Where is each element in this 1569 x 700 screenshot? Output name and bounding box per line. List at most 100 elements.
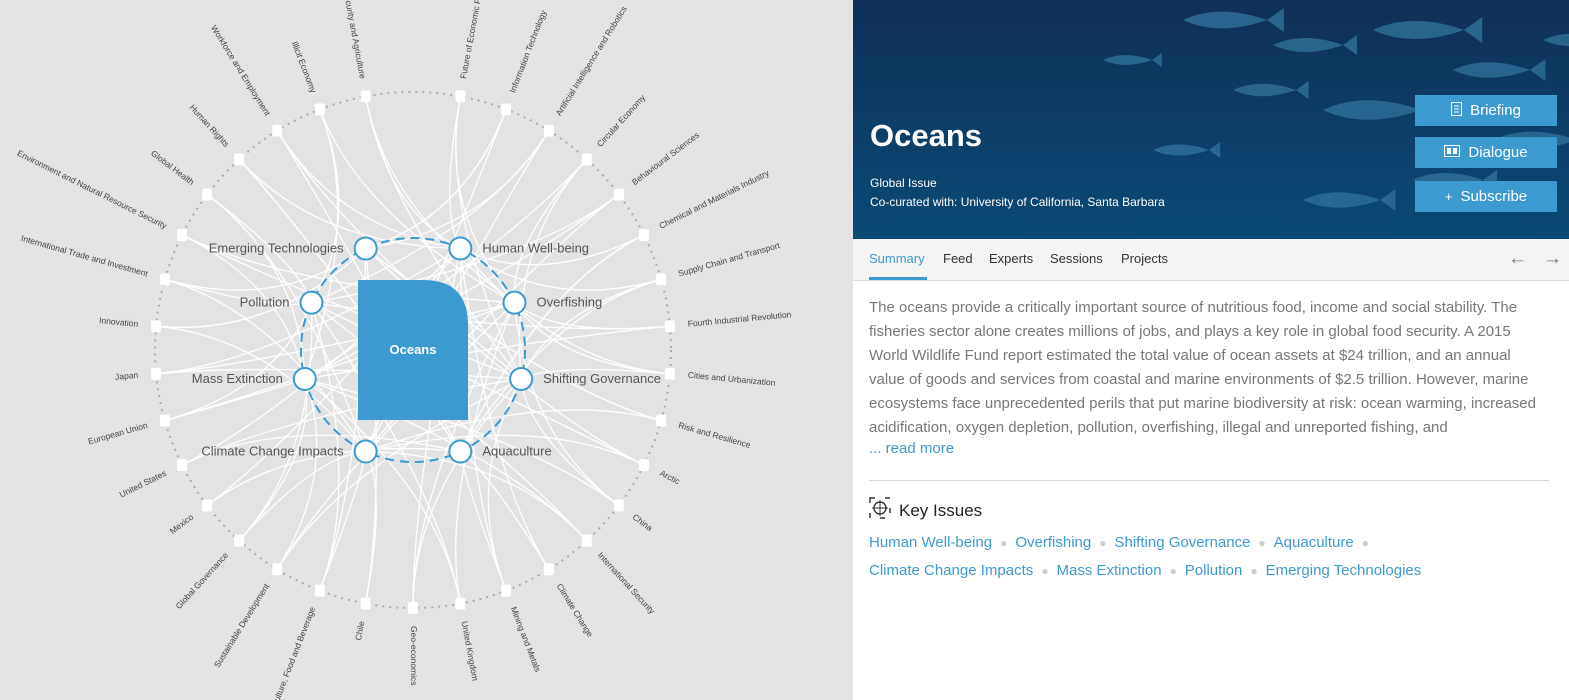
- key-issue-label[interactable]: Shifting Governance: [543, 371, 661, 386]
- topic-label[interactable]: Chile: [353, 620, 366, 641]
- key-issue-node[interactable]: [509, 366, 534, 391]
- key-issue-node[interactable]: [353, 439, 378, 464]
- topic-node[interactable]: [581, 153, 592, 166]
- topic-node[interactable]: [664, 367, 675, 380]
- topic-node[interactable]: [314, 103, 325, 116]
- briefing-button[interactable]: Briefing: [1415, 95, 1557, 126]
- topic-node[interactable]: [234, 534, 245, 547]
- tab-sessions[interactable]: Sessions: [1050, 251, 1103, 266]
- topic-node[interactable]: [408, 602, 418, 614]
- topic-node[interactable]: [664, 320, 675, 333]
- tab-summary[interactable]: Summary: [869, 251, 925, 266]
- key-issue-label[interactable]: Human Well-being: [482, 240, 589, 255]
- topic-node[interactable]: [151, 367, 162, 380]
- topic-label[interactable]: Fourth Industrial Revolution: [687, 309, 792, 329]
- key-issue-link[interactable]: Mass Extinction: [1057, 562, 1162, 579]
- topic-label[interactable]: Information Technology: [507, 8, 548, 94]
- key-issue-label[interactable]: Pollution: [240, 295, 290, 310]
- key-issue-link[interactable]: Emerging Technologies: [1266, 562, 1422, 579]
- topic-node[interactable]: [272, 563, 283, 576]
- topic-node[interactable]: [455, 90, 466, 103]
- key-issue-link[interactable]: Human Well-being: [869, 534, 992, 551]
- topic-label[interactable]: Risk and Resilience: [677, 420, 752, 450]
- key-issue-link[interactable]: Shifting Governance: [1115, 534, 1251, 551]
- topic-node[interactable]: [613, 188, 624, 201]
- topic-label[interactable]: Sustainable Development: [212, 581, 272, 669]
- topic-label[interactable]: Geo-economics: [409, 626, 419, 686]
- topic-label[interactable]: China: [631, 512, 655, 534]
- topic-label[interactable]: International Trade and Investment: [20, 233, 150, 279]
- key-issue-link[interactable]: Pollution: [1185, 562, 1243, 579]
- topic-label[interactable]: Environment and Natural Resource Securit…: [16, 148, 170, 231]
- tab-experts[interactable]: Experts: [989, 251, 1033, 266]
- topic-node[interactable]: [638, 228, 649, 241]
- topic-label[interactable]: International Security: [596, 550, 658, 616]
- key-issue-node[interactable]: [299, 290, 324, 315]
- key-issue-node[interactable]: [353, 236, 378, 261]
- key-issue-node[interactable]: [502, 290, 527, 315]
- topic-node[interactable]: [314, 584, 325, 597]
- topic-label[interactable]: Workforce and Employment: [209, 23, 273, 118]
- topic-label[interactable]: Global Governance: [173, 550, 230, 611]
- topic-node[interactable]: [360, 90, 371, 103]
- topic-label[interactable]: Mexico: [168, 512, 196, 536]
- key-issue-label[interactable]: Overfishing: [537, 295, 603, 310]
- topic-node[interactable]: [455, 597, 466, 610]
- topic-label[interactable]: Supply Chain and Transport: [677, 240, 782, 279]
- topic-node[interactable]: [159, 273, 170, 286]
- topic-label[interactable]: Future of Economic Progress: [458, 0, 488, 79]
- topic-node[interactable]: [202, 499, 213, 512]
- topic-label[interactable]: Behavioural Sciences: [630, 130, 701, 187]
- topic-label[interactable]: European Union: [87, 420, 149, 447]
- key-issue-node[interactable]: [448, 236, 473, 261]
- topic-node[interactable]: [501, 103, 512, 116]
- topic-label[interactable]: United States: [118, 468, 168, 500]
- key-issue-label[interactable]: Mass Extinction: [192, 371, 283, 386]
- key-issue-link[interactable]: Overfishing: [1015, 534, 1091, 551]
- topic-node[interactable]: [638, 459, 649, 472]
- arrow-left-icon[interactable]: ←: [1508, 248, 1527, 270]
- topic-node[interactable]: [234, 153, 245, 166]
- topic-label[interactable]: United Kingdom: [460, 620, 481, 681]
- topic-label[interactable]: Agriculture, Food and Beverage: [265, 605, 318, 700]
- read-more-link[interactable]: ... read more: [869, 440, 954, 457]
- topic-label[interactable]: Mining and Metals: [509, 605, 543, 673]
- key-issue-label[interactable]: Emerging Technologies: [209, 240, 344, 255]
- tab-feed[interactable]: Feed: [943, 251, 973, 266]
- key-issue-link[interactable]: Aquaculture: [1274, 534, 1354, 551]
- topic-label[interactable]: Food Security and Agriculture: [338, 0, 368, 80]
- topic-label[interactable]: Cities and Urbanization: [687, 370, 776, 388]
- topic-node[interactable]: [543, 563, 554, 576]
- topic-label[interactable]: Artificial Intelligence and Robotics: [553, 4, 628, 117]
- topic-node[interactable]: [272, 124, 283, 137]
- topic-label[interactable]: Chemical and Materials Industry: [658, 167, 772, 230]
- key-issue-node[interactable]: [292, 366, 317, 391]
- topic-node[interactable]: [177, 228, 188, 241]
- topic-label[interactable]: Innovation: [99, 315, 139, 329]
- topic-node[interactable]: [501, 584, 512, 597]
- topic-node[interactable]: [202, 188, 213, 201]
- topic-node[interactable]: [151, 320, 162, 333]
- key-issue-node[interactable]: [448, 439, 473, 464]
- topic-node[interactable]: [543, 124, 554, 137]
- tab-projects[interactable]: Projects: [1121, 251, 1168, 266]
- key-issue-label[interactable]: Aquaculture: [482, 444, 551, 459]
- topic-node[interactable]: [177, 459, 188, 472]
- topic-label[interactable]: Global Health: [149, 148, 196, 187]
- arrow-right-icon[interactable]: →: [1543, 248, 1562, 270]
- topic-node[interactable]: [360, 597, 371, 610]
- topic-label[interactable]: Japan: [115, 370, 139, 382]
- topic-node[interactable]: [656, 273, 667, 286]
- topic-label[interactable]: Arctic: [658, 468, 682, 487]
- topic-node[interactable]: [159, 414, 170, 427]
- topic-node[interactable]: [581, 534, 592, 547]
- topic-label[interactable]: Circular Economy: [595, 92, 648, 149]
- topic-label[interactable]: Climate Change: [555, 582, 596, 639]
- topic-node[interactable]: [656, 414, 667, 427]
- topic-node[interactable]: [613, 499, 624, 512]
- key-issue-label[interactable]: Climate Change Impacts: [201, 444, 344, 459]
- dialogue-button[interactable]: Dialogue: [1415, 137, 1557, 168]
- topic-label[interactable]: Illicit Economy: [290, 40, 319, 95]
- subscribe-button[interactable]: + Subscribe: [1415, 181, 1557, 212]
- key-issue-link[interactable]: Climate Change Impacts: [869, 562, 1033, 579]
